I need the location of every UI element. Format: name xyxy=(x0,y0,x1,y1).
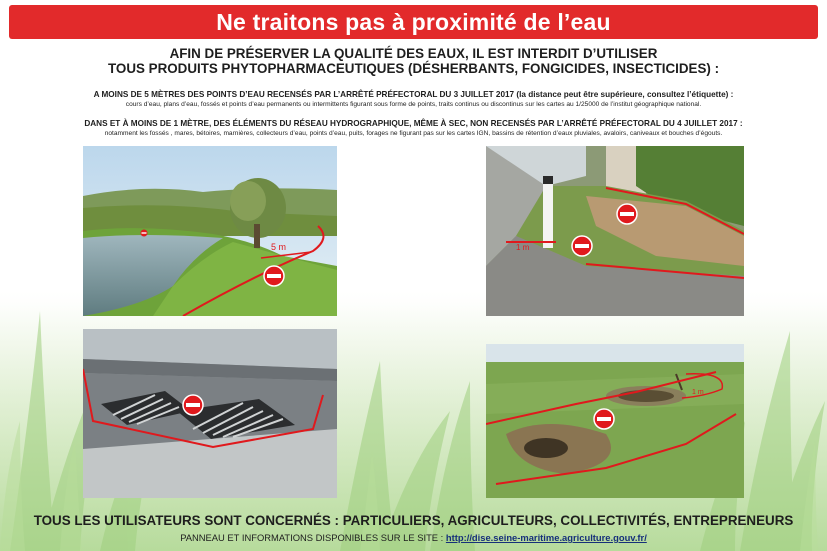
no-entry-icon xyxy=(571,235,593,257)
no-entry-icon xyxy=(616,203,638,225)
rule-1m-heading: DANS ET À MOINS DE 1 MÈTRE, DES ÉLÉMENTS… xyxy=(84,119,743,128)
photo-ditch-buffer: 1 m xyxy=(486,146,744,316)
footer-info: PANNEAU ET INFORMATIONS DISPONIBLES SUR … xyxy=(0,532,827,543)
no-entry-icon xyxy=(593,408,615,430)
rule-1m-detail: notamment les fossés , mares, bétoires, … xyxy=(104,130,723,137)
rule-5m-detail: cours d’eau, plans d’eau, fossés et poin… xyxy=(125,101,702,108)
photo-river-buffer: 5 m xyxy=(83,146,337,316)
intro-line-1: AFIN DE PRÉSERVER LA QUALITÉ DES EAUX, I… xyxy=(169,46,658,61)
no-entry-icon xyxy=(263,265,285,287)
photo-street-drain xyxy=(83,329,337,498)
photo-pasture-pond: 1 m xyxy=(486,344,744,498)
intro-line-2: TOUS PRODUITS PHYTOPHARMACEUTIQUES (DÉSH… xyxy=(107,61,720,76)
site-link[interactable]: http://dise.seine-maritime.agriculture.g… xyxy=(446,532,647,543)
no-entry-icon xyxy=(140,229,148,237)
poster: Ne traitons pas à proximité de l’eau AFI… xyxy=(0,0,827,551)
ditch-distance-label: 1 m xyxy=(516,243,530,252)
page-title: Ne traitons pas à proximité de l’eau xyxy=(216,8,611,35)
title-banner: Ne traitons pas à proximité de l’eau xyxy=(9,5,818,39)
rule-5m-heading: A MOINS DE 5 MÈTRES DES POINTS D’EAU REC… xyxy=(93,90,734,99)
no-entry-icon xyxy=(182,394,204,416)
pond-distance-label: 1 m xyxy=(692,389,704,396)
river-distance-label: 5 m xyxy=(271,242,286,252)
footer-audience: TOUS LES UTILISATEURS SONT CONCERNÉS : P… xyxy=(33,513,794,528)
footer-info-text: PANNEAU ET INFORMATIONS DISPONIBLES SUR … xyxy=(180,532,446,543)
